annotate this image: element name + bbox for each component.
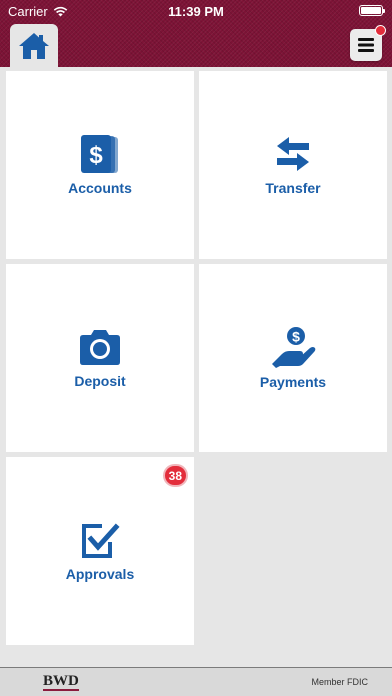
camera-icon	[80, 330, 120, 365]
tile-label-deposit: Deposit	[74, 373, 126, 389]
tile-accounts[interactable]: $ Accounts	[6, 71, 194, 259]
bank-logo: BWD	[43, 673, 79, 691]
status-bar: Carrier 11:39 PM	[0, 0, 392, 22]
app-header: Carrier 11:39 PM	[0, 0, 392, 67]
tile-label-approvals: Approvals	[65, 566, 135, 582]
status-time: 11:39 PM	[168, 4, 224, 19]
tile-label-transfer: Transfer	[265, 180, 321, 196]
hand-coin-icon: $	[272, 327, 316, 368]
menu-button[interactable]	[350, 25, 386, 61]
tile-deposit[interactable]: Deposit	[6, 264, 194, 452]
home-tab-button[interactable]	[10, 24, 58, 67]
home-icon	[19, 32, 49, 59]
tile-payments[interactable]: $ Payments	[199, 264, 387, 452]
notification-dot	[375, 25, 386, 36]
dollar-cards-icon: $	[81, 135, 118, 173]
member-fdic-label: Member FDIC	[311, 677, 368, 687]
menu-icon	[358, 38, 374, 52]
svg-text:$: $	[292, 329, 300, 345]
checkbox-edit-icon	[82, 523, 120, 558]
transfer-arrows-icon	[277, 137, 309, 171]
approvals-count-badge: 38	[162, 464, 188, 487]
tile-approvals[interactable]: 38 Approvals	[6, 457, 194, 645]
tile-label-payments: Payments	[259, 374, 327, 390]
tile-transfer[interactable]: Transfer	[199, 71, 387, 259]
svg-text:$: $	[89, 142, 103, 169]
tile-label-accounts: Accounts	[68, 180, 132, 196]
footer: BWD Member FDIC	[0, 667, 392, 696]
battery-icon	[359, 5, 385, 16]
